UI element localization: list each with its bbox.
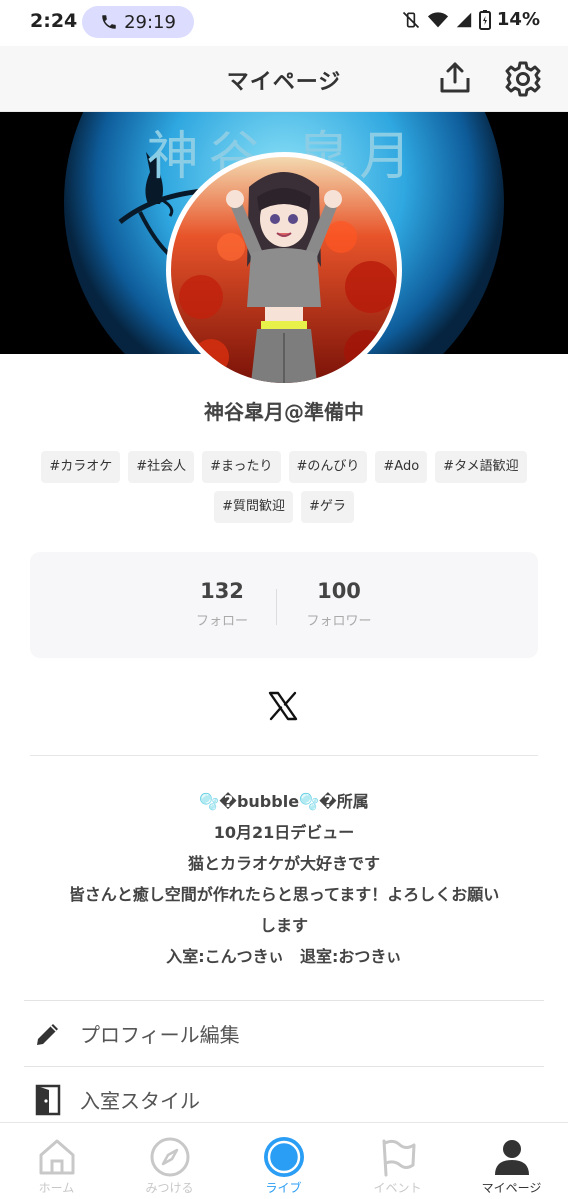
call-duration: 29:19 [124,11,176,33]
bottom-navigation: ホーム みつける ライブ イベント マイページ [0,1122,568,1199]
wifi-icon [427,11,448,27]
tag-chip[interactable]: #のんびり [288,451,368,483]
nav-home[interactable]: ホーム [0,1123,113,1199]
tag-chip[interactable]: #まったり [202,451,281,483]
tag-chip[interactable]: #タメ語歓迎 [435,451,527,483]
settings-gear-icon[interactable] [504,60,542,98]
vibrate-off-icon [402,11,419,28]
avatar-character-image [171,157,397,383]
status-time: 2:24 [30,10,78,32]
pencil-icon [32,1018,64,1050]
battery-icon [478,9,491,30]
tag-chip[interactable]: #社会人 [128,451,195,483]
flag-icon [382,1139,415,1177]
tag-chip[interactable]: #カラオケ [41,451,121,483]
tag-chip[interactable]: #ゲラ [301,491,354,523]
bio-line: 🫧�bubble🫧�所属 [199,792,369,811]
follow-stats-card: 132 フォロー 100 フォロワー [30,552,538,658]
avatar[interactable] [166,152,402,388]
nav-mypage-label: マイページ [481,1181,542,1195]
bio-line: 猫とカラオケが大好きです [187,854,380,873]
followers-stat[interactable]: 100 フォロワー [284,579,394,629]
bio-line: 10月21日デビュー [213,823,355,842]
ongoing-call-pill[interactable]: 29:19 [82,6,194,38]
follow-label: フォロー [195,614,248,629]
tag-list: #カラオケ #社会人 #まったり #のんびり #Ado #タメ語歓迎 #質問歓迎… [30,451,538,523]
edit-profile-menu-item[interactable]: プロフィール編集 [24,1000,544,1066]
nav-event[interactable]: イベント [341,1123,454,1199]
stats-divider [276,589,277,625]
bio-line: します [259,916,308,935]
nav-mypage[interactable]: マイページ [455,1123,568,1199]
compass-icon [150,1137,189,1177]
followers-label: フォロワー [306,614,372,629]
page-title: マイページ [226,70,342,95]
entry-style-label: 入室スタイル [80,1089,200,1113]
share-icon[interactable] [437,60,473,96]
nav-home-label: ホーム [38,1181,75,1195]
follow-stat[interactable]: 132 フォロー [167,579,277,629]
tag-chip[interactable]: #質問歓迎 [214,491,293,523]
live-circle-icon [263,1137,304,1177]
nav-live-label: ライブ [265,1181,302,1195]
door-icon [32,1084,64,1116]
battery-level: 14% [496,9,540,30]
profile-bio: 🫧�bubble🫧�所属 10月21日デビュー 猫とカラオケが大好きです 皆さん… [30,786,538,972]
bio-line: 入室:こんつきぃ 退室:おつきぃ [166,947,402,966]
home-icon [39,1139,74,1175]
edit-profile-label: プロフィール編集 [80,1023,240,1047]
nav-discover-label: みつける [145,1181,194,1195]
followers-count: 100 [317,579,361,603]
nav-event-label: イベント [373,1181,422,1195]
tag-chip[interactable]: #Ado [375,451,428,483]
signal-icon [456,12,472,27]
nav-discover[interactable]: みつける [113,1123,226,1199]
status-icons: 14% [401,9,540,30]
app-header: マイページ [0,46,568,112]
nav-live[interactable]: ライブ [227,1123,340,1199]
phone-icon [102,15,116,29]
bio-line: 皆さんと癒し空間が作れたらと思ってます！よろしくお願い [68,885,500,904]
status-bar: 2:24 29:19 14% [0,0,568,46]
section-divider [30,755,538,756]
user-icon [494,1140,529,1175]
follow-count: 132 [200,579,244,603]
x-twitter-icon[interactable] [267,690,299,722]
profile-username: 神谷皐月@準備中 [204,400,364,424]
